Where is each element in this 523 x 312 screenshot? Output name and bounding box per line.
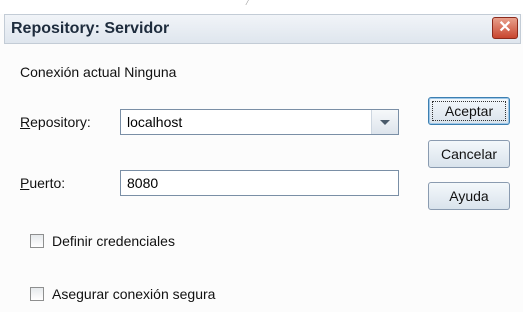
title-bar[interactable]: Repository: Servidor ✕: [4, 14, 521, 44]
top-edge-strip: /: [0, 0, 523, 14]
cancel-button[interactable]: Cancelar: [428, 140, 510, 168]
window-title: Repository: Servidor: [11, 20, 170, 37]
accept-button-label: Aceptar: [444, 103, 494, 119]
repository-value: localhost: [127, 114, 183, 130]
cancel-button-label: Cancelar: [440, 146, 498, 162]
define-credentials-checkbox[interactable]: [30, 234, 44, 248]
close-button[interactable]: ✕: [492, 17, 518, 39]
secure-connection-checkbox[interactable]: [30, 287, 44, 301]
repository-dropdown-button[interactable]: [371, 110, 398, 134]
current-connection-label: Conexión actual Ninguna: [20, 64, 177, 80]
repository-server-dialog: / Repository: Servidor ✕ Conexión actual…: [0, 0, 523, 312]
accept-button[interactable]: Aceptar: [428, 97, 510, 125]
repository-combobox[interactable]: localhost: [120, 109, 399, 135]
help-button[interactable]: Ayuda: [428, 182, 510, 210]
define-credentials-label[interactable]: Definir credenciales: [52, 233, 175, 249]
chevron-down-icon: [380, 120, 390, 125]
port-label: Puerto:: [20, 175, 66, 191]
secure-connection-label[interactable]: Asegurar conexión segura: [52, 286, 215, 302]
port-field[interactable]: 8080: [120, 170, 399, 196]
repository-label: Repository:: [20, 114, 91, 130]
port-value: 8080: [127, 175, 159, 191]
close-icon: ✕: [498, 19, 512, 36]
help-button-label: Ayuda: [449, 188, 489, 204]
